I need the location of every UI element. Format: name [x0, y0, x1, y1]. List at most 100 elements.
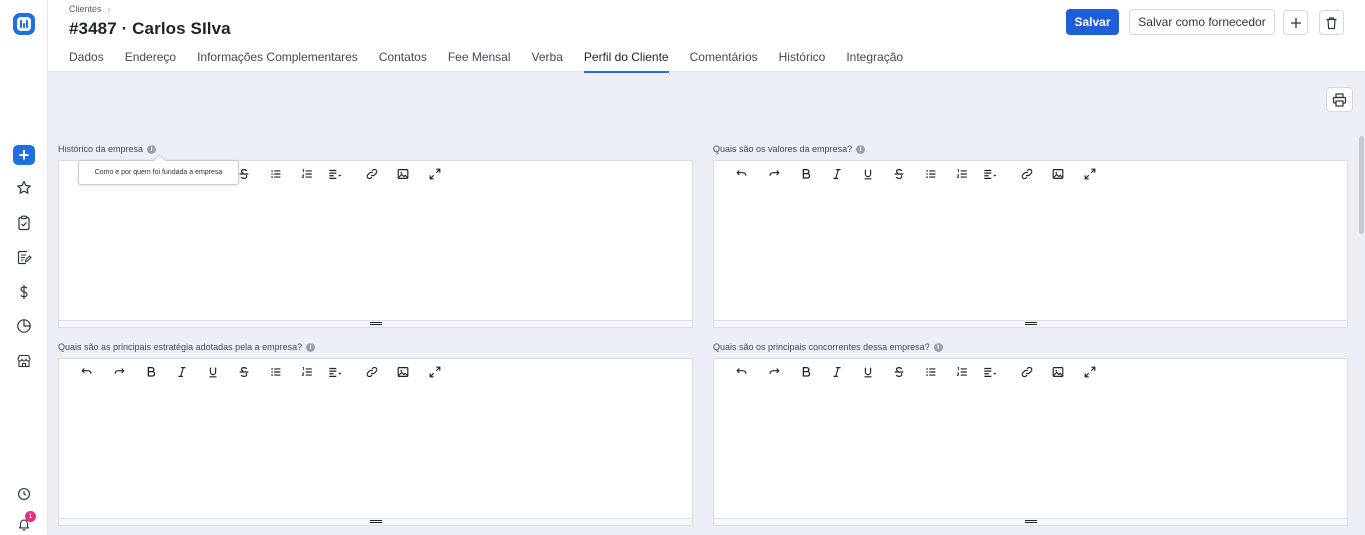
sidebar-tasks[interactable] — [14, 213, 34, 233]
resize-handle-icon[interactable] — [1024, 520, 1037, 523]
bullet-list-button[interactable] — [923, 166, 939, 182]
redo-button[interactable] — [766, 166, 782, 182]
link-button[interactable] — [364, 166, 380, 182]
sidebar-history[interactable] — [14, 484, 34, 504]
sidebar-favorites[interactable] — [14, 178, 34, 198]
chevron-right-icon: › — [107, 4, 111, 14]
underline-button[interactable] — [205, 364, 221, 380]
numbered-list-button[interactable] — [299, 166, 315, 182]
tab-informacoes-complementares[interactable]: Informações Complementares — [197, 50, 358, 72]
rich-text-editor-estrategias[interactable] — [58, 358, 693, 526]
bullet-list-button[interactable] — [268, 364, 284, 380]
rich-text-editor-historico[interactable] — [58, 160, 693, 328]
italic-button[interactable] — [829, 166, 845, 182]
align-dropdown-button[interactable] — [982, 364, 998, 380]
align-dropdown-button[interactable] — [982, 166, 998, 182]
save-button[interactable]: Salvar — [1066, 9, 1119, 35]
sidebar: + 1 — [0, 0, 48, 535]
tab-perfil-do-cliente[interactable]: Perfil do Cliente — [583, 50, 669, 73]
strikethrough-icon — [894, 169, 904, 179]
tab-dados[interactable]: Dados — [69, 50, 104, 72]
tab-comentarios[interactable]: Comentários — [690, 50, 758, 72]
link-button[interactable] — [364, 364, 380, 380]
resize-handle-icon[interactable] — [369, 520, 382, 523]
undo-button[interactable] — [734, 364, 750, 380]
fullscreen-button[interactable] — [427, 364, 443, 380]
bullet-list-icon — [271, 368, 281, 376]
bold-icon — [802, 168, 811, 179]
link-button[interactable] — [1019, 166, 1035, 182]
link-button[interactable] — [1019, 364, 1035, 380]
tab-fee-mensal[interactable]: Fee Mensal — [448, 50, 511, 72]
undo-button[interactable] — [734, 166, 750, 182]
fullscreen-icon — [1084, 366, 1096, 378]
redo-button[interactable] — [111, 364, 127, 380]
numbered-list-button[interactable] — [954, 364, 970, 380]
plus-icon: + — [18, 145, 30, 165]
undo-button[interactable] — [79, 364, 95, 380]
redo-icon — [769, 368, 780, 374]
fullscreen-button[interactable] — [1082, 364, 1098, 380]
numbered-list-button[interactable] — [954, 166, 970, 182]
align-dropdown-icon — [329, 169, 342, 179]
resize-handle-icon[interactable] — [369, 322, 382, 325]
tab-contatos[interactable]: Contatos — [379, 50, 427, 72]
info-icon[interactable]: i — [856, 144, 866, 154]
fullscreen-button[interactable] — [427, 166, 443, 182]
resize-handle-icon[interactable] — [1024, 322, 1037, 325]
logo-icon[interactable] — [13, 13, 35, 35]
info-icon[interactable]: i — [306, 342, 316, 352]
image-button[interactable] — [395, 166, 411, 182]
redo-button[interactable] — [766, 364, 782, 380]
save-as-supplier-button[interactable]: Salvar como fornecedor — [1129, 9, 1275, 35]
link-icon — [1021, 366, 1033, 378]
strikethrough-button[interactable] — [891, 166, 907, 182]
rich-text-editor-concorrentes[interactable] — [713, 358, 1348, 526]
sidebar-add-button[interactable]: + — [13, 145, 35, 165]
tab-historico[interactable]: Histórico — [779, 50, 826, 72]
pie-chart-icon — [17, 319, 31, 333]
bullet-list-button[interactable] — [923, 364, 939, 380]
sidebar-notes[interactable] — [14, 247, 34, 267]
underline-button[interactable] — [860, 166, 876, 182]
strikethrough-button[interactable] — [891, 364, 907, 380]
add-button[interactable] — [1283, 10, 1308, 35]
strikethrough-button[interactable] — [236, 364, 252, 380]
underline-button[interactable] — [860, 364, 876, 380]
image-button[interactable] — [1050, 166, 1066, 182]
underline-icon — [209, 367, 217, 378]
field-label-text: Quais são os valores da empresa? — [713, 144, 853, 154]
sidebar-reports[interactable] — [14, 316, 34, 336]
align-dropdown-button[interactable] — [327, 166, 343, 182]
notification-badge: 1 — [25, 511, 36, 522]
italic-button[interactable] — [174, 364, 190, 380]
align-dropdown-button[interactable] — [327, 364, 343, 380]
info-icon[interactable]: i — [147, 144, 157, 154]
tab-verba[interactable]: Verba — [532, 50, 563, 72]
bold-button[interactable] — [798, 166, 814, 182]
print-button[interactable] — [1326, 87, 1353, 112]
rich-text-editor-valores[interactable] — [713, 160, 1348, 328]
image-button[interactable] — [1050, 364, 1066, 380]
bold-button[interactable] — [798, 364, 814, 380]
bold-button[interactable] — [143, 364, 159, 380]
fullscreen-button[interactable] — [1082, 166, 1098, 182]
sidebar-finance[interactable] — [14, 282, 34, 302]
info-icon[interactable]: i — [933, 342, 943, 352]
bullet-list-button[interactable] — [268, 166, 284, 182]
numbered-list-button[interactable] — [299, 364, 315, 380]
strikethrough-icon — [239, 169, 249, 179]
sidebar-store[interactable] — [14, 351, 34, 371]
align-dropdown-icon — [329, 367, 342, 377]
image-button[interactable] — [395, 364, 411, 380]
italic-button[interactable] — [829, 364, 845, 380]
delete-button[interactable] — [1319, 10, 1344, 35]
underline-icon — [864, 169, 872, 180]
italic-icon — [833, 367, 841, 377]
field-label-text: Histórico da empresa — [58, 144, 144, 154]
tab-endereco[interactable]: Endereço — [125, 50, 176, 72]
editor-statusbar — [714, 320, 1347, 327]
scrollbar-thumb[interactable] — [1359, 136, 1364, 234]
breadcrumb-item[interactable]: Clientes — [69, 4, 102, 14]
tab-integracao[interactable]: Integração — [846, 50, 903, 72]
